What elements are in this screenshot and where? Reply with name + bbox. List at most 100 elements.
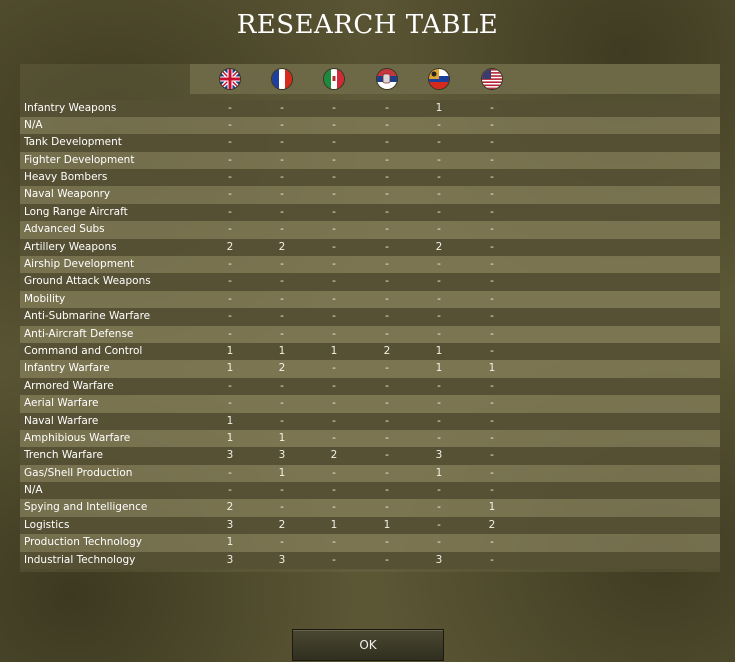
france-value: - xyxy=(280,310,284,323)
tech-name: Gas/Shell Production xyxy=(24,466,133,479)
italy-value: - xyxy=(332,327,336,340)
tech-name: Fighter Development xyxy=(24,153,135,166)
russia-value: - xyxy=(437,536,441,549)
table-row: Tank Development - - - - - - xyxy=(20,134,720,152)
tech-name: Amphibious Warfare xyxy=(24,431,131,444)
usa-value: - xyxy=(490,414,494,427)
serbia-value: - xyxy=(385,292,389,305)
france-value: 2 xyxy=(278,362,286,375)
italy-value: - xyxy=(332,292,336,305)
russia-value: 1 xyxy=(435,466,443,479)
russia-value: - xyxy=(437,205,441,218)
italy-value: - xyxy=(332,171,336,184)
usa-value: - xyxy=(490,240,494,253)
serbia-value: - xyxy=(385,258,389,271)
usa-value: 1 xyxy=(488,362,496,375)
serbia-value: - xyxy=(385,553,389,566)
table-row: Fighter Development - - - - - - xyxy=(20,151,720,170)
france-value: - xyxy=(280,397,284,410)
russia-value: 3 xyxy=(435,553,443,566)
usa-value: - xyxy=(490,449,494,462)
tech-name: Infantry Weapons xyxy=(24,101,117,114)
italy-value: - xyxy=(332,258,336,271)
italy-value: 1 xyxy=(330,518,338,531)
tech-name: Production Technology xyxy=(24,536,143,549)
russia-value: - xyxy=(437,223,441,236)
uk-value: 1 xyxy=(226,536,234,549)
italy-value: - xyxy=(332,310,336,323)
russia-value: - xyxy=(437,501,441,514)
uk-value: 3 xyxy=(226,449,234,462)
italy-value: - xyxy=(332,397,336,410)
tech-name: Spying and Intelligence xyxy=(24,501,148,514)
table-row: Gas/Shell Production - 1 - - 1 - xyxy=(20,464,720,483)
uk-value: - xyxy=(228,205,232,218)
russia-value: - xyxy=(437,171,441,184)
usa-flag-icon xyxy=(482,69,502,89)
italy-value: - xyxy=(332,275,336,288)
usa-value: 2 xyxy=(488,518,496,531)
serbia-value: - xyxy=(385,136,389,149)
usa-value: - xyxy=(490,223,494,236)
table-row: Armored Warfare - - - - - - xyxy=(20,377,720,396)
uk-value: 2 xyxy=(226,501,234,514)
france-value: - xyxy=(280,414,284,427)
uk-value: 2 xyxy=(226,240,234,253)
tech-name: Heavy Bombers xyxy=(24,171,108,184)
usa-value: - xyxy=(490,431,494,444)
italy-value: - xyxy=(332,553,336,566)
italy-value: 1 xyxy=(330,344,338,357)
france-value: - xyxy=(280,171,284,184)
usa-value: - xyxy=(490,171,494,184)
tech-name: Trench Warfare xyxy=(24,449,103,462)
ok-button[interactable]: OK xyxy=(292,629,444,661)
serbia-value: - xyxy=(385,118,389,131)
italy-value: - xyxy=(332,501,336,514)
italy-value: - xyxy=(332,205,336,218)
france-value: 2 xyxy=(278,518,286,531)
russia-value: - xyxy=(437,327,441,340)
uk-value: - xyxy=(228,466,232,479)
tech-name: Advanced Subs xyxy=(24,223,105,236)
research-rows: Infantry Weapons - - - - 1 - N/A - - - -… xyxy=(20,99,720,570)
italy-value: - xyxy=(332,414,336,427)
serbia-value: - xyxy=(385,153,389,166)
serbia-value: - xyxy=(385,101,389,114)
uk-value: - xyxy=(228,397,232,410)
uk-value: - xyxy=(228,327,232,340)
tech-name: Naval Weaponry xyxy=(24,188,111,201)
uk-value: - xyxy=(228,101,232,114)
italy-value: - xyxy=(332,136,336,149)
serbia-value: - xyxy=(385,188,389,201)
uk-value: 1 xyxy=(226,431,234,444)
serbia-value: 2 xyxy=(383,344,391,357)
italy-value: - xyxy=(332,536,336,549)
usa-value: - xyxy=(490,188,494,201)
uk-value: - xyxy=(228,292,232,305)
uk-value: 1 xyxy=(226,344,234,357)
uk-value: - xyxy=(228,118,232,131)
italy-value: 2 xyxy=(330,449,338,462)
table-row: N/A - - - - - - xyxy=(20,116,720,135)
serbia-value: - xyxy=(385,310,389,323)
tech-name: N/A xyxy=(24,484,43,497)
france-value: - xyxy=(280,536,284,549)
france-value: - xyxy=(280,327,284,340)
serbia-value: - xyxy=(385,449,389,462)
table-row: Anti-Aircraft Defense - - - - - - xyxy=(20,325,720,343)
usa-value: - xyxy=(490,275,494,288)
serbia-value: - xyxy=(385,275,389,288)
tech-name: Aerial Warfare xyxy=(24,397,99,410)
table-row: Naval Weaponry - - - - - - xyxy=(20,186,720,204)
serbia-value: - xyxy=(385,362,389,375)
italy-value: - xyxy=(332,188,336,201)
france-value: - xyxy=(280,379,284,392)
serbia-value: - xyxy=(385,414,389,427)
table-row: Advanced Subs - - - - - - xyxy=(20,221,720,239)
france-value: - xyxy=(280,205,284,218)
usa-value: - xyxy=(490,292,494,305)
uk-value: 1 xyxy=(226,414,234,427)
table-row: Infantry Warfare 1 2 - - 1 1 xyxy=(20,360,720,378)
tech-name: Anti-Submarine Warfare xyxy=(24,310,151,323)
russia-value: - xyxy=(437,310,441,323)
